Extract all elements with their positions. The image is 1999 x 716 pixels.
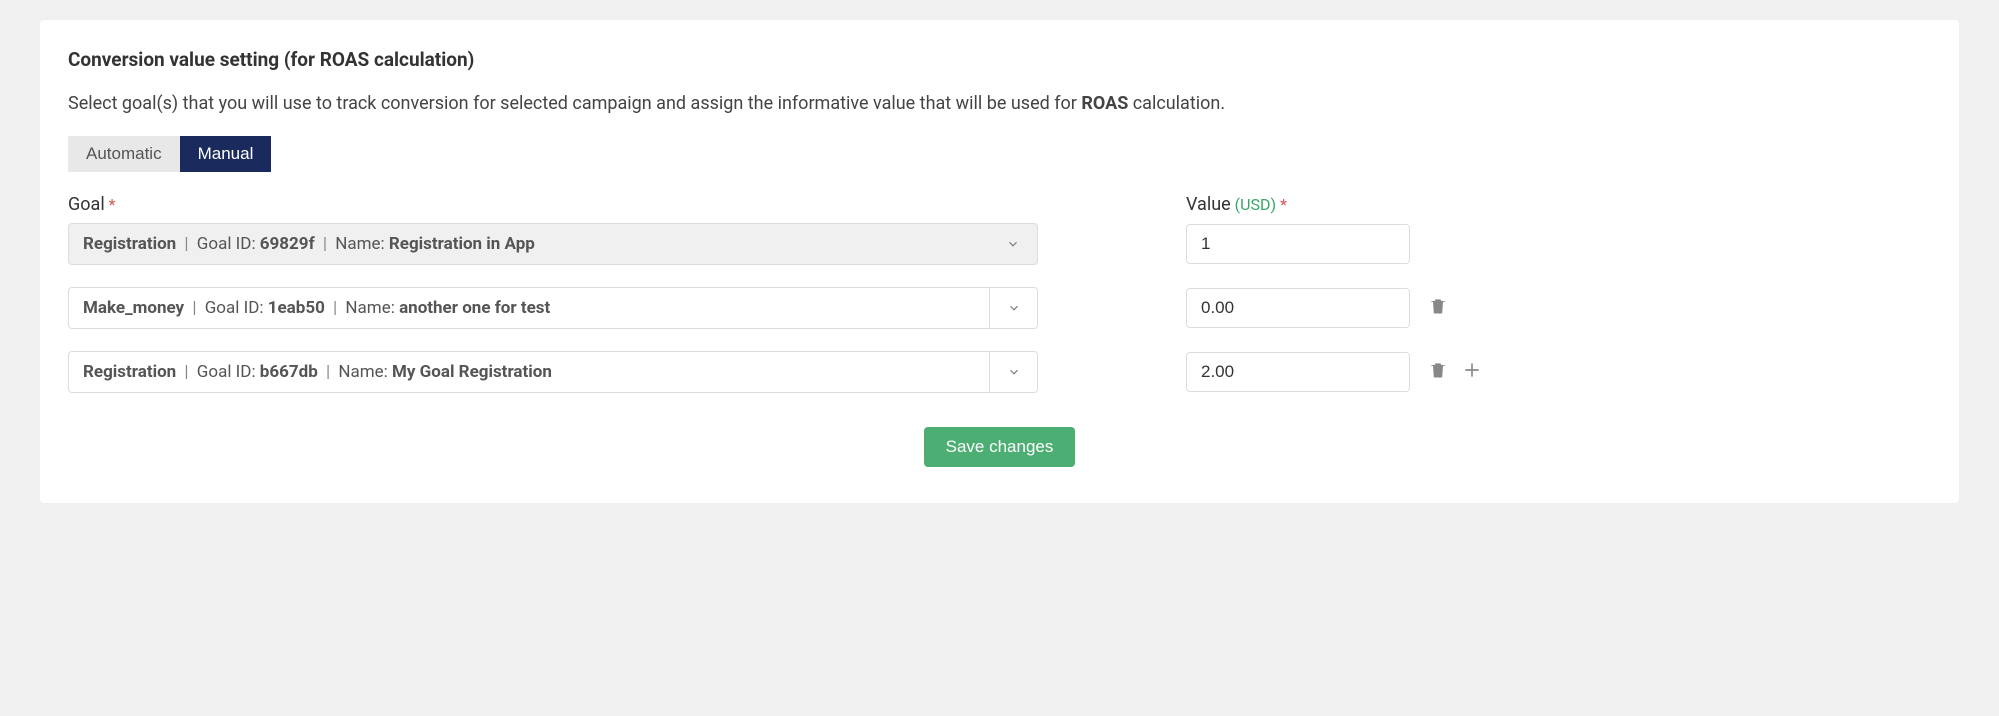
- value-input[interactable]: [1186, 352, 1410, 392]
- value-input[interactable]: [1186, 288, 1410, 328]
- trash-icon[interactable]: [1428, 296, 1448, 320]
- description-pre: Select goal(s) that you will use to trac…: [68, 93, 1081, 114]
- settings-card: Conversion value setting (for ROAS calcu…: [40, 20, 1959, 503]
- row-actions: [1410, 360, 1490, 384]
- goal-text: Make_money | Goal ID: 1eab50 | Name: ano…: [83, 298, 550, 318]
- trash-icon[interactable]: [1428, 360, 1448, 384]
- section-description: Select goal(s) that you will use to trac…: [68, 93, 1931, 114]
- section-title: Conversion value setting (for ROAS calcu…: [68, 48, 1931, 71]
- usd-label: (USD): [1235, 195, 1276, 214]
- row-actions: [1410, 296, 1490, 320]
- goal-dropdown[interactable]: Registration | Goal ID: b667db | Name: M…: [68, 351, 1038, 393]
- save-wrap: Save changes: [68, 427, 1931, 467]
- description-bold: ROAS: [1081, 93, 1128, 114]
- goal-text: Registration | Goal ID: b667db | Name: M…: [83, 362, 552, 382]
- goal-rows: Registration | Goal ID: 69829f | Name: R…: [68, 223, 1931, 393]
- value-label: Value: [1186, 194, 1231, 215]
- goal-row: Registration | Goal ID: b667db | Name: M…: [68, 351, 1931, 393]
- goal-select[interactable]: Registration | Goal ID: 69829f | Name: R…: [68, 223, 1038, 265]
- goal-dropdown[interactable]: Registration | Goal ID: 69829f | Name: R…: [68, 223, 1038, 265]
- goal-select[interactable]: Make_money | Goal ID: 1eab50 | Name: ano…: [68, 287, 1038, 329]
- required-asterisk: *: [109, 195, 116, 214]
- goal-row: Make_money | Goal ID: 1eab50 | Name: ano…: [68, 287, 1931, 329]
- description-post: calculation.: [1128, 93, 1225, 114]
- save-button[interactable]: Save changes: [924, 427, 1076, 467]
- goal-text: Registration | Goal ID: 69829f | Name: R…: [83, 234, 535, 254]
- mode-tabs: Automatic Manual: [68, 136, 1931, 172]
- goal-row: Registration | Goal ID: 69829f | Name: R…: [68, 223, 1931, 265]
- chevron-down-icon[interactable]: [989, 288, 1037, 328]
- goal-select[interactable]: Registration | Goal ID: b667db | Name: M…: [68, 351, 1038, 393]
- columns-header: Goal * Value (USD) *: [68, 194, 1931, 215]
- plus-icon[interactable]: [1462, 360, 1482, 384]
- chevron-down-icon[interactable]: [989, 224, 1037, 264]
- tab-manual[interactable]: Manual: [180, 136, 272, 172]
- required-asterisk: *: [1280, 195, 1287, 214]
- goal-dropdown[interactable]: Make_money | Goal ID: 1eab50 | Name: ano…: [68, 287, 1038, 329]
- goal-label: Goal: [68, 194, 105, 215]
- value-input[interactable]: [1186, 224, 1410, 264]
- chevron-down-icon[interactable]: [989, 352, 1037, 392]
- tab-automatic[interactable]: Automatic: [68, 136, 180, 172]
